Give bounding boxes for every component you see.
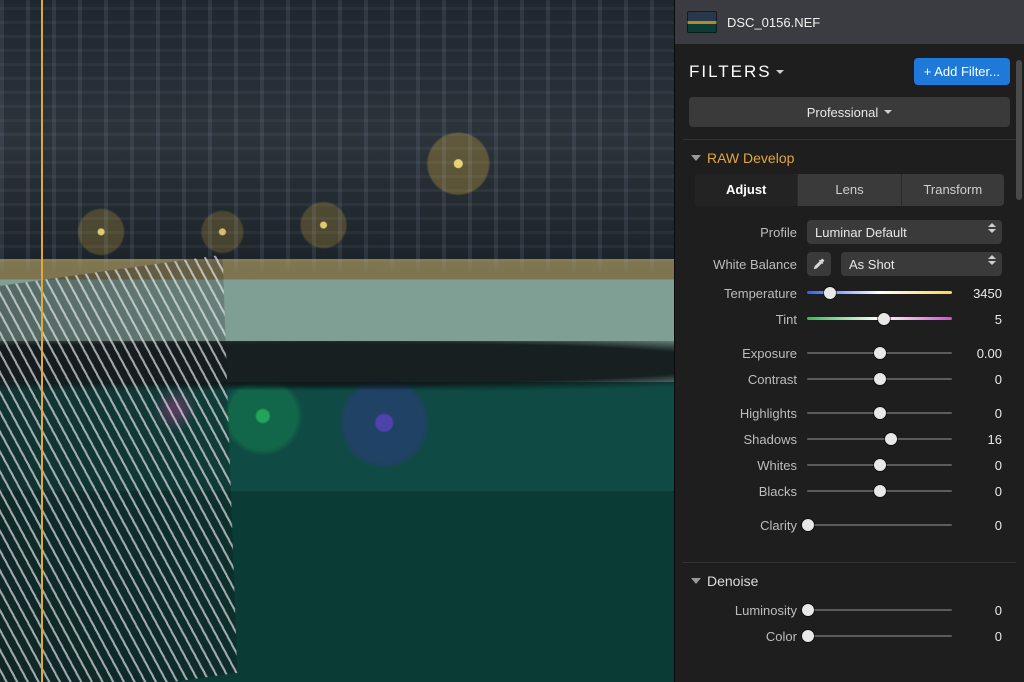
panel-header-raw[interactable]: RAW Develop — [689, 148, 1010, 174]
row-highlights: Highlights 0 — [689, 400, 1010, 426]
row-blacks: Blacks 0 — [689, 478, 1010, 504]
slider-luminosity[interactable] — [807, 601, 952, 619]
row-white-balance: White Balance As Shot — [689, 248, 1010, 280]
raw-tabs: Adjust Lens Transform — [695, 174, 1004, 206]
filters-header: FILTERS + Add Filter... — [675, 44, 1024, 97]
white-balance-select[interactable]: As Shot — [841, 252, 1002, 276]
panel-scrollbar[interactable] — [1016, 60, 1022, 200]
row-clarity: Clarity 0 — [689, 512, 1010, 538]
label-clarity: Clarity — [697, 518, 797, 533]
value-tint: 5 — [962, 312, 1002, 327]
slider-tint[interactable] — [807, 310, 952, 328]
value-color: 0 — [962, 629, 1002, 644]
slider-exposure[interactable] — [807, 344, 952, 362]
label-exposure: Exposure — [697, 346, 797, 361]
chevron-down-icon — [776, 70, 784, 74]
panel-title: RAW Develop — [707, 150, 794, 166]
label-color: Color — [697, 629, 797, 644]
label-highlights: Highlights — [697, 406, 797, 421]
tab-adjust[interactable]: Adjust — [695, 174, 797, 206]
disclosure-triangle-icon — [691, 578, 701, 584]
label-white-balance: White Balance — [697, 257, 797, 272]
tab-transform[interactable]: Transform — [901, 174, 1004, 206]
slider-whites[interactable] — [807, 456, 952, 474]
slider-knob[interactable] — [878, 313, 890, 325]
add-filter-button[interactable]: + Add Filter... — [914, 58, 1010, 85]
right-panel: DSC_0156.NEF FILTERS + Add Filter... Pro… — [674, 0, 1024, 682]
value-shadows: 16 — [962, 432, 1002, 447]
panel-header-denoise[interactable]: Denoise — [689, 571, 1010, 597]
crop-guide-line[interactable] — [41, 0, 43, 682]
row-temperature: Temperature 3450 — [689, 280, 1010, 306]
eyedropper-icon — [812, 257, 826, 271]
label-contrast: Contrast — [697, 372, 797, 387]
panel-raw-develop: RAW Develop Adjust Lens Transform Profil… — [683, 139, 1016, 548]
slider-temperature[interactable] — [807, 284, 952, 302]
value-luminosity: 0 — [962, 603, 1002, 618]
value-exposure: 0.00 — [962, 346, 1002, 361]
chevron-down-icon — [884, 110, 892, 114]
preview-image-foreground — [0, 255, 237, 682]
row-shadows: Shadows 16 — [689, 426, 1010, 452]
file-name: DSC_0156.NEF — [727, 15, 820, 30]
label-temperature: Temperature — [697, 286, 797, 301]
slider-shadows[interactable] — [807, 430, 952, 448]
label-luminosity: Luminosity — [697, 603, 797, 618]
file-thumbnail — [687, 11, 717, 33]
updown-icon — [988, 255, 996, 265]
slider-clarity[interactable] — [807, 516, 952, 534]
panel-title: Denoise — [707, 573, 758, 589]
workspace-preset-select[interactable]: Professional — [689, 97, 1010, 127]
slider-color[interactable] — [807, 627, 952, 645]
row-contrast: Contrast 0 — [689, 366, 1010, 392]
label-whites: Whites — [697, 458, 797, 473]
slider-contrast[interactable] — [807, 370, 952, 388]
disclosure-triangle-icon — [691, 155, 701, 161]
value-contrast: 0 — [962, 372, 1002, 387]
slider-knob[interactable] — [824, 287, 836, 299]
slider-blacks[interactable] — [807, 482, 952, 500]
label-blacks: Blacks — [697, 484, 797, 499]
panel-denoise: Denoise Luminosity 0 Color 0 — [683, 562, 1016, 659]
workspace-preset-label: Professional — [807, 105, 879, 120]
value-highlights: 0 — [962, 406, 1002, 421]
row-exposure: Exposure 0.00 — [689, 340, 1010, 366]
eyedropper-button[interactable] — [807, 252, 831, 276]
updown-icon — [988, 223, 996, 233]
row-tint: Tint 5 — [689, 306, 1010, 332]
white-balance-value: As Shot — [849, 257, 895, 272]
image-canvas[interactable] — [0, 0, 674, 682]
app-root: DSC_0156.NEF FILTERS + Add Filter... Pro… — [0, 0, 1024, 682]
profile-select[interactable]: Luminar Default — [807, 220, 1002, 244]
row-whites: Whites 0 — [689, 452, 1010, 478]
tab-lens[interactable]: Lens — [797, 174, 900, 206]
label-tint: Tint — [697, 312, 797, 327]
value-temperature: 3450 — [962, 286, 1002, 301]
slider-highlights[interactable] — [807, 404, 952, 422]
row-luminosity: Luminosity 0 — [689, 597, 1010, 623]
filters-title-text: FILTERS — [689, 62, 772, 82]
filters-title[interactable]: FILTERS — [689, 62, 784, 82]
value-blacks: 0 — [962, 484, 1002, 499]
label-profile: Profile — [697, 225, 797, 240]
row-profile: Profile Luminar Default — [689, 216, 1010, 248]
file-strip[interactable]: DSC_0156.NEF — [675, 0, 1024, 44]
value-whites: 0 — [962, 458, 1002, 473]
label-shadows: Shadows — [697, 432, 797, 447]
value-clarity: 0 — [962, 518, 1002, 533]
profile-value: Luminar Default — [815, 225, 907, 240]
row-color: Color 0 — [689, 623, 1010, 649]
